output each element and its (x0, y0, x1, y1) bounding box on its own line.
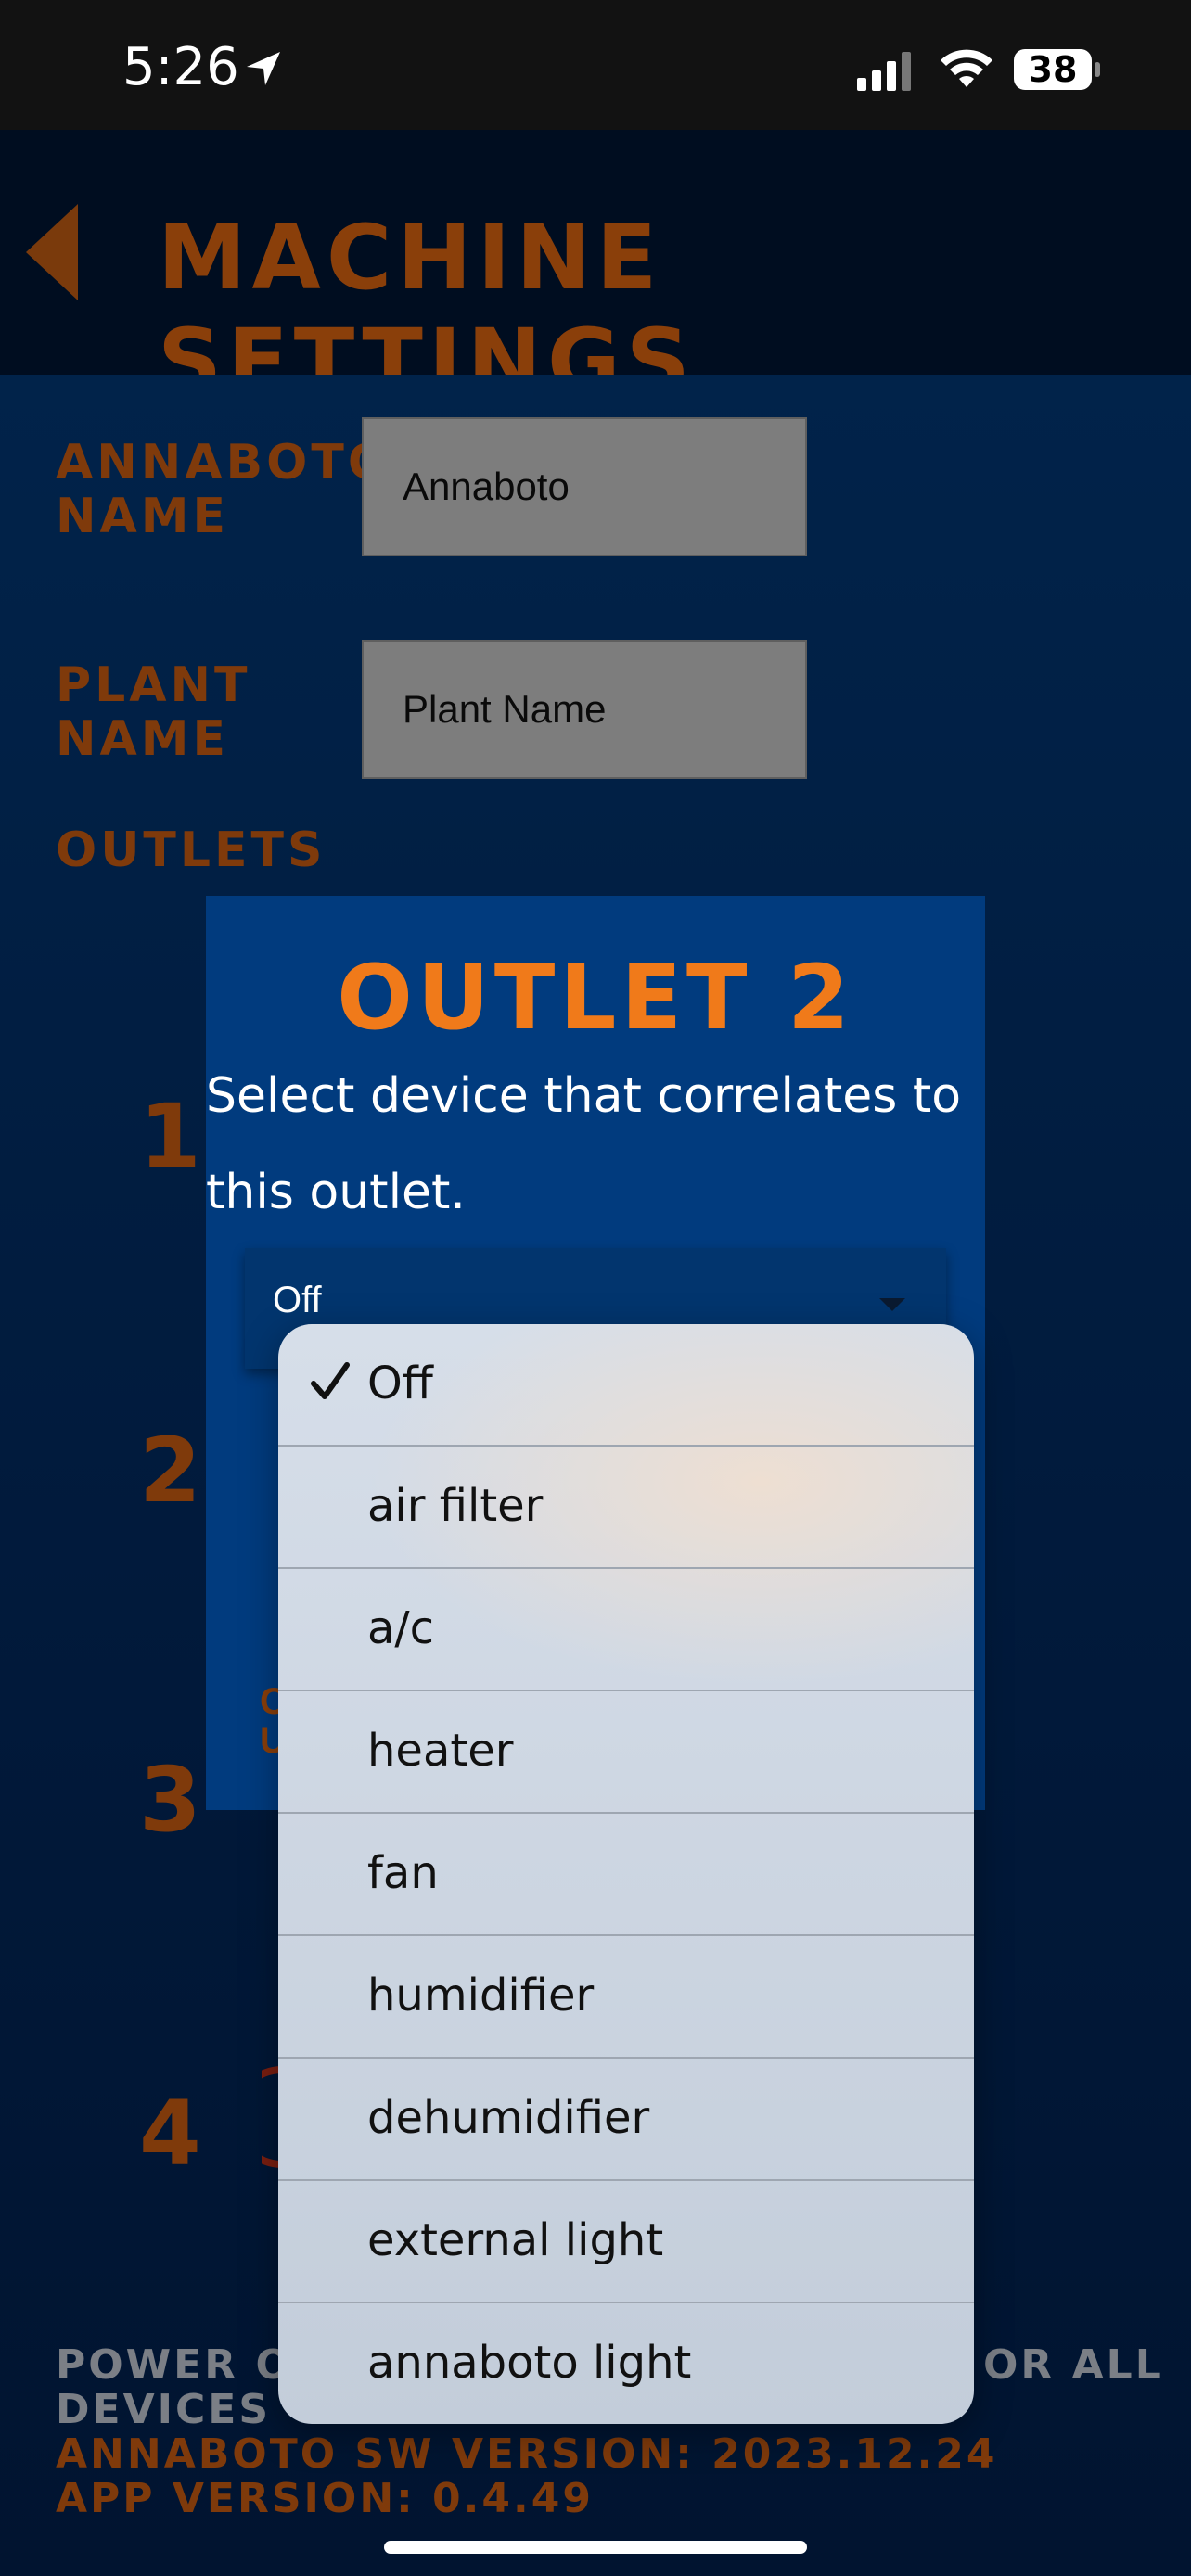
battery-level: 38 (1028, 49, 1078, 90)
outlet-number-2[interactable]: 2 (139, 1419, 201, 1523)
dropdown-option-ac[interactable]: a/c (278, 1569, 974, 1691)
dropdown-option-heater[interactable]: heater (278, 1691, 974, 1814)
device-dropdown-menu: Off air filter a/c heater fan humidifier… (278, 1324, 974, 2424)
option-label: external light (367, 2214, 664, 2266)
dropdown-option-annaboto-light[interactable]: annaboto light (278, 2303, 974, 2424)
app-version: APP VERSION: 0.4.49 (56, 2475, 594, 2522)
checkmark-icon (311, 1362, 350, 1399)
option-label: heater (367, 1725, 514, 1777)
plant-name-value: Plant Name (403, 687, 607, 731)
dropdown-option-air-filter[interactable]: air filter (278, 1447, 974, 1569)
annaboto-name-field[interactable]: Annaboto (362, 417, 807, 556)
dropdown-option-off[interactable]: Off (278, 1324, 974, 1447)
outlets-label: OUTLETS (56, 823, 327, 878)
option-label: a/c (367, 1602, 434, 1654)
modal-description: Select device that correlates to this ou… (206, 1068, 962, 1220)
plant-name-label: PLANT NAME (56, 657, 251, 767)
option-label: Off (367, 1358, 433, 1409)
dropdown-option-fan[interactable]: fan (278, 1814, 974, 1936)
device-select-value: Off (273, 1280, 322, 1320)
dropdown-option-external-light[interactable]: external light (278, 2181, 974, 2303)
plant-name-field[interactable]: Plant Name (362, 640, 807, 779)
option-label: humidifier (367, 1970, 595, 2021)
dropdown-option-humidifier[interactable]: humidifier (278, 1936, 974, 2059)
location-arrow-icon (247, 52, 280, 85)
power-outlet-note-line2: DEVICES (56, 2386, 272, 2433)
modal-title: OUTLET 2 (337, 946, 854, 1050)
outlet-number-3[interactable]: 3 (139, 1748, 201, 1852)
option-label: annaboto light (367, 2337, 692, 2389)
option-label: dehumidifier (367, 2092, 650, 2144)
wifi-icon (941, 49, 992, 87)
outlet-number-1[interactable]: 1 (139, 1085, 201, 1189)
annaboto-name-label: ANNABOTO NAME (56, 435, 393, 544)
outlet-number-4[interactable]: 4 (139, 2082, 201, 2186)
option-label: fan (367, 1847, 439, 1899)
status-time: 5:26 (122, 37, 239, 97)
sw-version: ANNABOTO SW VERSION: 2023.12.24 (56, 2430, 998, 2478)
dropdown-option-dehumidifier[interactable]: dehumidifier (278, 2059, 974, 2181)
home-indicator[interactable] (384, 2541, 807, 2554)
power-outlet-note-end: OR ALL (983, 2341, 1164, 2389)
option-label: air filter (367, 1480, 544, 1532)
cellular-signal-icon (857, 52, 911, 91)
back-arrow-icon[interactable] (26, 204, 82, 300)
chevron-down-icon (879, 1298, 905, 1311)
annaboto-name-value: Annaboto (403, 465, 570, 508)
